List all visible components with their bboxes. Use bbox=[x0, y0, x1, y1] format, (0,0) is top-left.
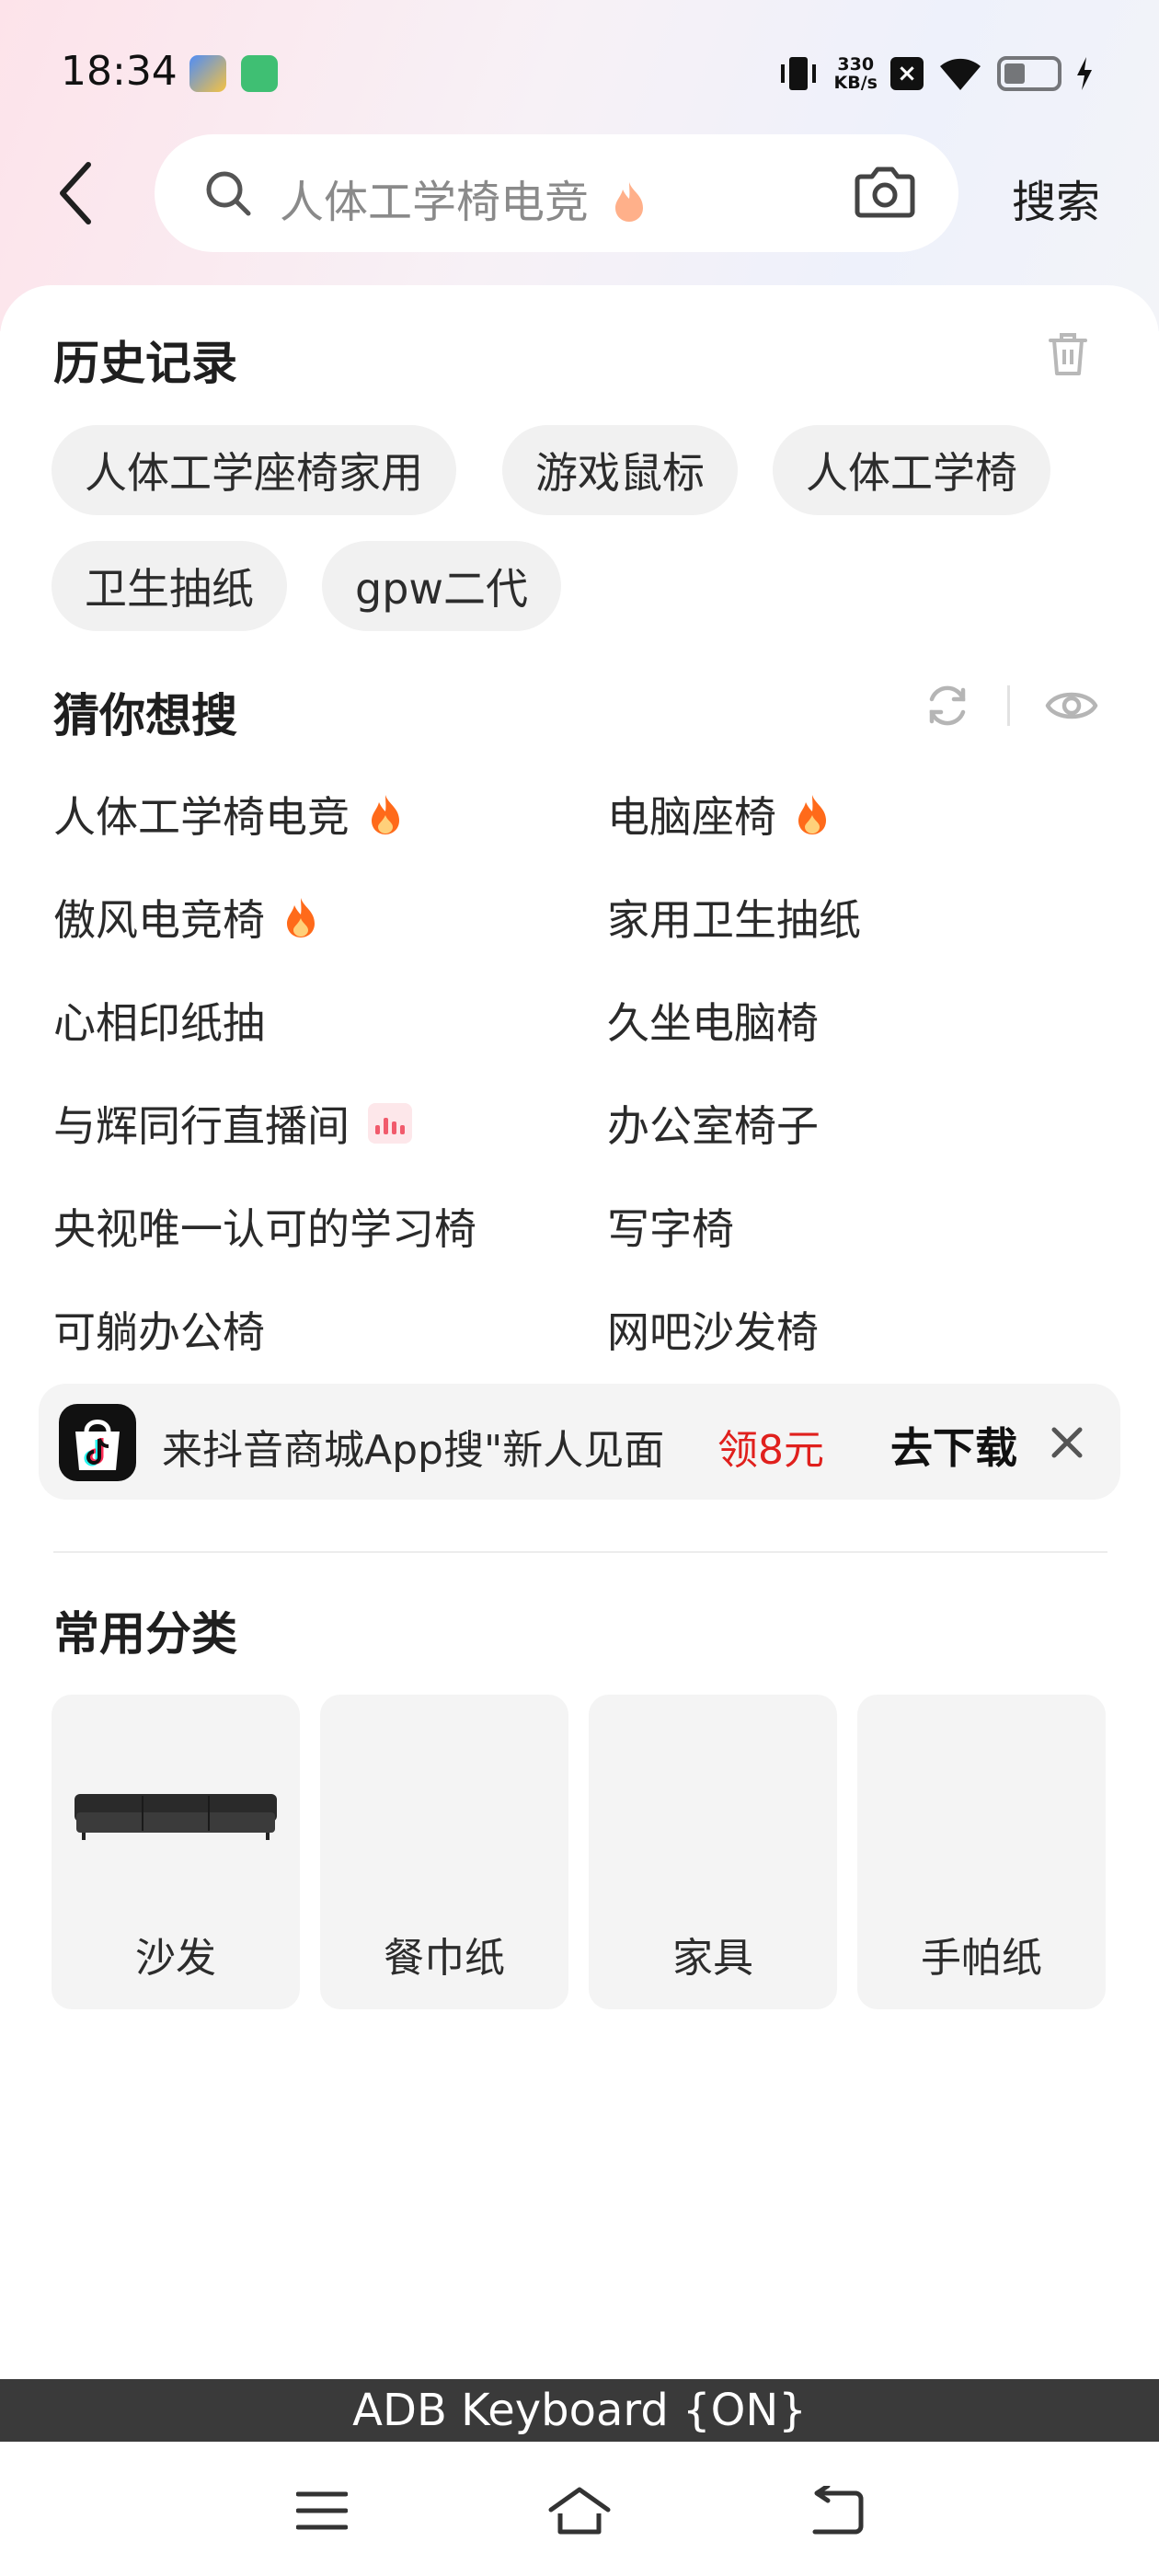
guess-item-label: 人体工学椅电竞 bbox=[53, 792, 350, 842]
back-button[interactable] bbox=[48, 156, 103, 230]
history-title: 历史记录 bbox=[53, 337, 237, 390]
guess-item-label: 与辉同行直播间 bbox=[53, 1101, 350, 1151]
system-nav-bar bbox=[0, 2442, 1159, 2576]
hot-flame-icon bbox=[372, 795, 399, 834]
douyin-mall-logo bbox=[59, 1404, 136, 1481]
wifi-icon bbox=[940, 58, 981, 90]
history-chip[interactable]: gpw二代 bbox=[322, 541, 562, 631]
keyboard-status-bar: ADB Keyboard {ON} bbox=[0, 2379, 1159, 2442]
status-indicators: 330 KB/s × bbox=[775, 48, 1095, 99]
guess-item[interactable]: 傲风电竞椅 bbox=[53, 887, 318, 948]
network-speed: 330 KB/s bbox=[834, 55, 878, 92]
guess-item[interactable]: 与辉同行直播间 bbox=[53, 1093, 412, 1154]
guess-item[interactable]: 网吧沙发椅 bbox=[607, 1299, 819, 1360]
guess-item[interactable]: 电脑座椅 bbox=[607, 784, 830, 845]
eye-icon[interactable] bbox=[1045, 685, 1098, 726]
history-chip[interactable]: 人体工学座椅家用 bbox=[52, 425, 456, 515]
back-nav-button[interactable] bbox=[800, 2478, 874, 2543]
history-chip[interactable]: 卫生抽纸 bbox=[52, 541, 287, 631]
no-sim-icon: × bbox=[890, 57, 924, 90]
search-icon bbox=[206, 171, 251, 216]
charging-icon bbox=[1077, 57, 1092, 90]
category-card-furniture[interactable]: 家具 bbox=[589, 1695, 837, 2009]
history-chip[interactable]: 游戏鼠标 bbox=[502, 425, 738, 515]
guess-item[interactable]: 家用卫生抽纸 bbox=[607, 887, 861, 948]
home-button[interactable] bbox=[543, 2478, 616, 2543]
search-input[interactable]: 人体工学椅电竞 bbox=[280, 166, 647, 230]
divider bbox=[1007, 685, 1010, 726]
category-card-napkin[interactable]: 餐巾纸 bbox=[320, 1695, 568, 2009]
guess-item-label: 央视唯一认可的学习椅 bbox=[53, 1204, 476, 1254]
battery-icon bbox=[997, 56, 1061, 91]
divider bbox=[53, 1551, 1107, 1553]
close-button[interactable] bbox=[1041, 1417, 1093, 1468]
menu-button[interactable] bbox=[285, 2478, 359, 2543]
guess-item[interactable]: 办公室椅子 bbox=[607, 1093, 819, 1154]
status-bar: 18:34 330 KB/s × bbox=[0, 0, 1159, 147]
guess-item-label: 写字椅 bbox=[607, 1204, 734, 1254]
return-icon bbox=[812, 2486, 864, 2535]
guess-item-label: 心相印纸抽 bbox=[53, 998, 265, 1048]
guess-item-label: 电脑座椅 bbox=[607, 792, 776, 842]
menu-icon bbox=[296, 2491, 348, 2530]
guess-item-label: 办公室椅子 bbox=[607, 1101, 819, 1151]
hot-flame-icon bbox=[798, 795, 826, 834]
guess-item-label: 家用卫生抽纸 bbox=[607, 895, 861, 945]
trash-icon[interactable] bbox=[1043, 329, 1093, 379]
guess-tools bbox=[923, 681, 1098, 730]
notification-app-icon bbox=[241, 55, 278, 92]
hot-flame-icon bbox=[287, 898, 315, 937]
close-icon bbox=[1051, 1427, 1083, 1458]
promo-text: 来抖音商城App搜"新人见面 bbox=[162, 1427, 665, 1474]
guess-item[interactable]: 人体工学椅电竞 bbox=[53, 784, 403, 845]
guess-item[interactable]: 心相印纸抽 bbox=[53, 990, 265, 1051]
guess-item[interactable]: 写字椅 bbox=[607, 1196, 734, 1257]
promo-reward: 领8元 bbox=[717, 1427, 824, 1474]
refresh-icon[interactable] bbox=[923, 681, 972, 730]
category-card-handkerchief[interactable]: 手帕纸 bbox=[857, 1695, 1106, 2009]
notification-app-icon bbox=[189, 55, 226, 92]
home-icon bbox=[548, 2487, 611, 2535]
vibrate-icon bbox=[780, 57, 816, 90]
guess-item[interactable]: 央视唯一认可的学习椅 bbox=[53, 1196, 476, 1257]
category-label: 餐巾纸 bbox=[384, 1935, 505, 1982]
category-card-sofa[interactable]: 沙发 bbox=[52, 1695, 300, 2009]
network-speed-value: 330 bbox=[837, 54, 875, 75]
category-label: 沙发 bbox=[135, 1935, 216, 1982]
promo-banner[interactable]: 来抖音商城App搜"新人见面 领8元 去下载 bbox=[39, 1384, 1120, 1500]
history-chip[interactable]: 人体工学椅 bbox=[773, 425, 1050, 515]
network-speed-unit: KB/s bbox=[833, 73, 878, 93]
categories-title: 常用分类 bbox=[53, 1607, 237, 1661]
sofa-image bbox=[75, 1794, 277, 1840]
back-arrow-icon bbox=[60, 162, 91, 224]
search-button[interactable]: 搜索 bbox=[1012, 166, 1100, 230]
guess-item-label: 网吧沙发椅 bbox=[607, 1307, 819, 1357]
guess-item-label: 可躺办公椅 bbox=[53, 1307, 265, 1357]
hot-flame-icon bbox=[615, 182, 644, 222]
live-stream-icon bbox=[368, 1103, 412, 1144]
guess-title: 猜你想搜 bbox=[53, 689, 237, 742]
download-button[interactable]: 去下载 bbox=[890, 1415, 1017, 1476]
category-label: 家具 bbox=[672, 1935, 753, 1982]
camera-icon[interactable] bbox=[854, 162, 916, 221]
search-placeholder-text: 人体工学椅电竞 bbox=[280, 177, 590, 228]
guess-item-label: 久坐电脑椅 bbox=[607, 998, 819, 1048]
search-box[interactable]: 人体工学椅电竞 bbox=[155, 134, 958, 252]
guess-item[interactable]: 久坐电脑椅 bbox=[607, 990, 819, 1051]
status-time: 18:34 bbox=[61, 48, 178, 95]
guess-item[interactable]: 可躺办公椅 bbox=[53, 1299, 265, 1360]
category-label: 手帕纸 bbox=[921, 1935, 1042, 1982]
guess-item-label: 傲风电竞椅 bbox=[53, 895, 265, 945]
